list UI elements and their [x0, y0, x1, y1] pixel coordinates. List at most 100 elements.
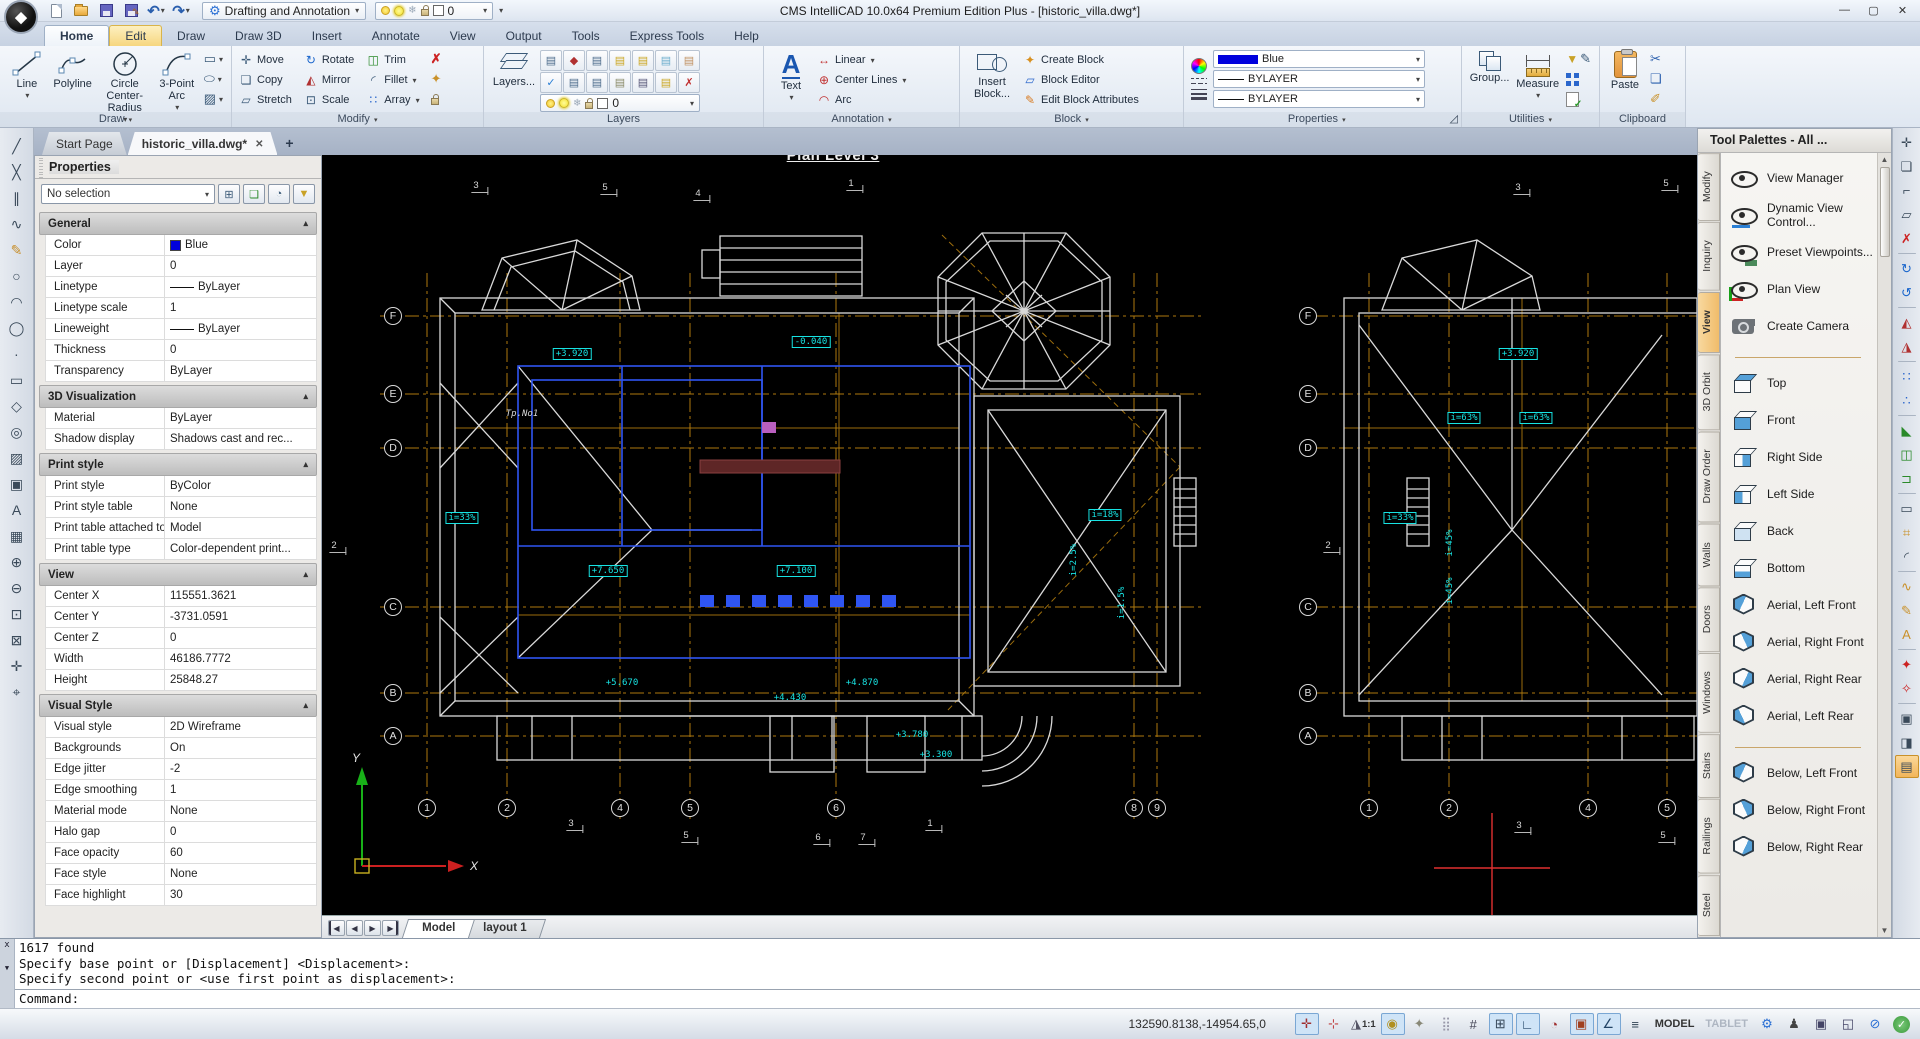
document-tab[interactable]: historic_villa.dwg* ✕	[128, 132, 278, 155]
user-icon[interactable]: ♟	[1782, 1013, 1806, 1035]
layer-tool-button[interactable]: ▤	[540, 50, 562, 71]
utilities-panel-label[interactable]: Utilities ▾	[1462, 112, 1599, 127]
copy-icon[interactable]: ❏	[1895, 155, 1919, 178]
pedit-icon[interactable]: ✎	[1895, 599, 1919, 622]
layer-tool-button[interactable]: ▤	[609, 72, 631, 93]
scroll-down-icon[interactable]: ▼	[1881, 926, 1889, 935]
layout-nav-button[interactable]: ▶	[382, 920, 399, 936]
layout-tab[interactable]: Model	[401, 919, 476, 938]
property-row[interactable]: ▴ Material mode None	[45, 801, 317, 822]
properties-palette-title[interactable]: Properties	[35, 156, 321, 179]
property-row[interactable]: ▴ Linetype scale 1	[45, 298, 317, 319]
command-menu-icon[interactable]: ▼	[5, 964, 9, 972]
modify-button[interactable]: ↻ Rotate ▾	[301, 51, 357, 70]
palette-tab[interactable]: Walls	[1698, 523, 1720, 587]
ribbon-tab[interactable]: Output	[491, 26, 557, 46]
property-dropdown[interactable]: BYLAYER ▾	[1213, 70, 1425, 88]
layout-nav-button[interactable]: ◀	[346, 920, 363, 936]
property-row[interactable]: General ▴	[39, 212, 317, 235]
modify-button[interactable]: ◜ Fillet ▾	[363, 71, 422, 90]
modify-button[interactable]: ▱ Stretch ▾	[236, 91, 295, 110]
polyline-button[interactable]: Polyline	[50, 49, 96, 90]
rect-array-icon[interactable]: ▱	[1895, 203, 1919, 226]
draw-panel-label[interactable]: Draw ▾	[0, 112, 231, 127]
annotation-scale-toggle[interactable]: ◮ 1:1	[1349, 1013, 1378, 1035]
explode-button[interactable]: ✦	[429, 70, 444, 88]
delete-button[interactable]: ✗	[429, 50, 444, 68]
extend-icon[interactable]: ⊐	[1895, 467, 1919, 490]
property-row[interactable]: ▴ Center Z 0	[45, 628, 317, 649]
match-properties-button[interactable]: ✐	[1648, 90, 1664, 108]
text-tool-icon[interactable]: A	[4, 498, 30, 522]
command-window[interactable]: x ▼ 1617 found Specify base point or [Dis…	[0, 938, 1920, 1008]
quick-view-icon[interactable]: ⊘	[1863, 1013, 1887, 1035]
layer-tool-button[interactable]: ▤	[655, 50, 677, 71]
modify-button[interactable]: ∷ Array ▾	[363, 91, 422, 110]
rectangle-tool-icon[interactable]: ▭	[4, 368, 30, 392]
circle-tool-icon[interactable]: ○	[4, 264, 30, 288]
ellipse-button[interactable]: ⬭ ▾	[202, 70, 225, 88]
section-collapse-icon[interactable]: ▴	[303, 391, 316, 402]
palette-item[interactable]: Dynamic View Control...	[1727, 196, 1875, 233]
scrollbar-thumb[interactable]	[1879, 167, 1890, 257]
paste-button[interactable]: Paste	[1604, 49, 1646, 91]
property-row[interactable]: Visual Style ▴	[39, 694, 317, 717]
point-tool-icon[interactable]: ∙	[4, 342, 30, 366]
property-row[interactable]: ▴ Edge jitter -2	[45, 759, 317, 780]
entity-track-toggle[interactable]: ▣	[1569, 1013, 1594, 1035]
property-row[interactable]: ▴ Face opacity 60	[45, 843, 317, 864]
command-prompt[interactable]: Command:	[15, 990, 1920, 1008]
layers-explorer-button[interactable]: Layers...	[488, 49, 540, 88]
hatch-button[interactable]: ▨ ▾	[202, 90, 225, 108]
block-button[interactable]: ✦ Create Block	[1020, 51, 1142, 70]
ucs-icon[interactable]: ⌖	[4, 680, 30, 704]
image-adjust-icon[interactable]: ◨	[1895, 731, 1919, 754]
property-row[interactable]: ▴ Center Y -3731.0591	[45, 607, 317, 628]
palette-item[interactable]: Below, Left Front	[1727, 754, 1875, 791]
palette-item[interactable]: Front	[1727, 401, 1875, 438]
modify-button[interactable]: ✛ Move ▾	[236, 51, 295, 70]
parallel-lines-icon[interactable]: ∥	[4, 186, 30, 210]
tab-close-icon[interactable]: ✕	[255, 139, 263, 150]
palette-item[interactable]: Aerial, Left Rear	[1727, 697, 1875, 734]
color-wheel-icon[interactable]	[1191, 58, 1207, 74]
polar-toggle[interactable]: ◔	[1543, 1013, 1567, 1035]
dot-grid-toggle[interactable]: ⣿	[1435, 1013, 1459, 1035]
property-row[interactable]: ▴ Face style None	[45, 864, 317, 885]
fillet-icon[interactable]: ◜	[1895, 545, 1919, 568]
palette-item[interactable]: Preset Viewpoints...	[1727, 233, 1875, 270]
palette-tab[interactable]: View	[1698, 291, 1720, 353]
trim-icon[interactable]: ◫	[1895, 443, 1919, 466]
layer-tool-button[interactable]: ✗	[678, 72, 700, 93]
property-row[interactable]: ▴ Print table type Color-dependent print…	[45, 539, 317, 560]
modify-button[interactable]: ⊡ Scale ▾	[301, 91, 357, 110]
text-button[interactable]: A Text ▾	[768, 49, 814, 102]
ribbon-tab[interactable]: Tools	[557, 26, 615, 46]
palette-tab[interactable]: Steel	[1698, 874, 1720, 937]
property-row[interactable]: ▴ Visual style 2D Wireframe	[45, 717, 317, 738]
palette-tab[interactable]: Doors	[1698, 587, 1720, 653]
property-row[interactable]: ▴ Center X 115551.3621	[45, 586, 317, 607]
selection-dropdown[interactable]: No selection ▾	[41, 184, 215, 204]
modify-panel-label[interactable]: Modify ▾	[232, 112, 483, 127]
property-row[interactable]: View ▴	[39, 563, 317, 586]
measure-icon[interactable]: ⌗	[1895, 521, 1919, 544]
property-row[interactable]: ▴ Halo gap 0	[45, 822, 317, 843]
box-3d-icon[interactable]: ▭	[1895, 497, 1919, 520]
chamfer-icon[interactable]: ◣	[1895, 419, 1919, 442]
palette-item[interactable]	[1735, 734, 1861, 748]
ribbon-layer-selector[interactable]: ❄ 0 ▾	[540, 94, 700, 112]
undo-button[interactable]: ↶ ▾	[146, 2, 166, 20]
palette-item[interactable]: Right Side	[1727, 438, 1875, 475]
property-dropdown[interactable]: Blue ▾	[1213, 50, 1425, 68]
palette-item[interactable]: Aerial, Right Front	[1727, 623, 1875, 660]
palette-tab[interactable]: Railings	[1698, 799, 1720, 874]
crosshair-toggle[interactable]: ✛	[1294, 1013, 1319, 1035]
palette-scrollbar[interactable]: ▲ ▼	[1877, 153, 1891, 937]
clipboard-panel-label[interactable]: Clipboard	[1600, 112, 1685, 127]
line-tool-icon[interactable]: ╱	[4, 134, 30, 158]
qat-layer-selector[interactable]: ❄ 0 ▾	[375, 1, 494, 20]
save-as-button[interactable]	[121, 2, 141, 20]
polygon-tool-icon[interactable]: ◇	[4, 394, 30, 418]
point-style-button[interactable]	[1564, 70, 1593, 88]
